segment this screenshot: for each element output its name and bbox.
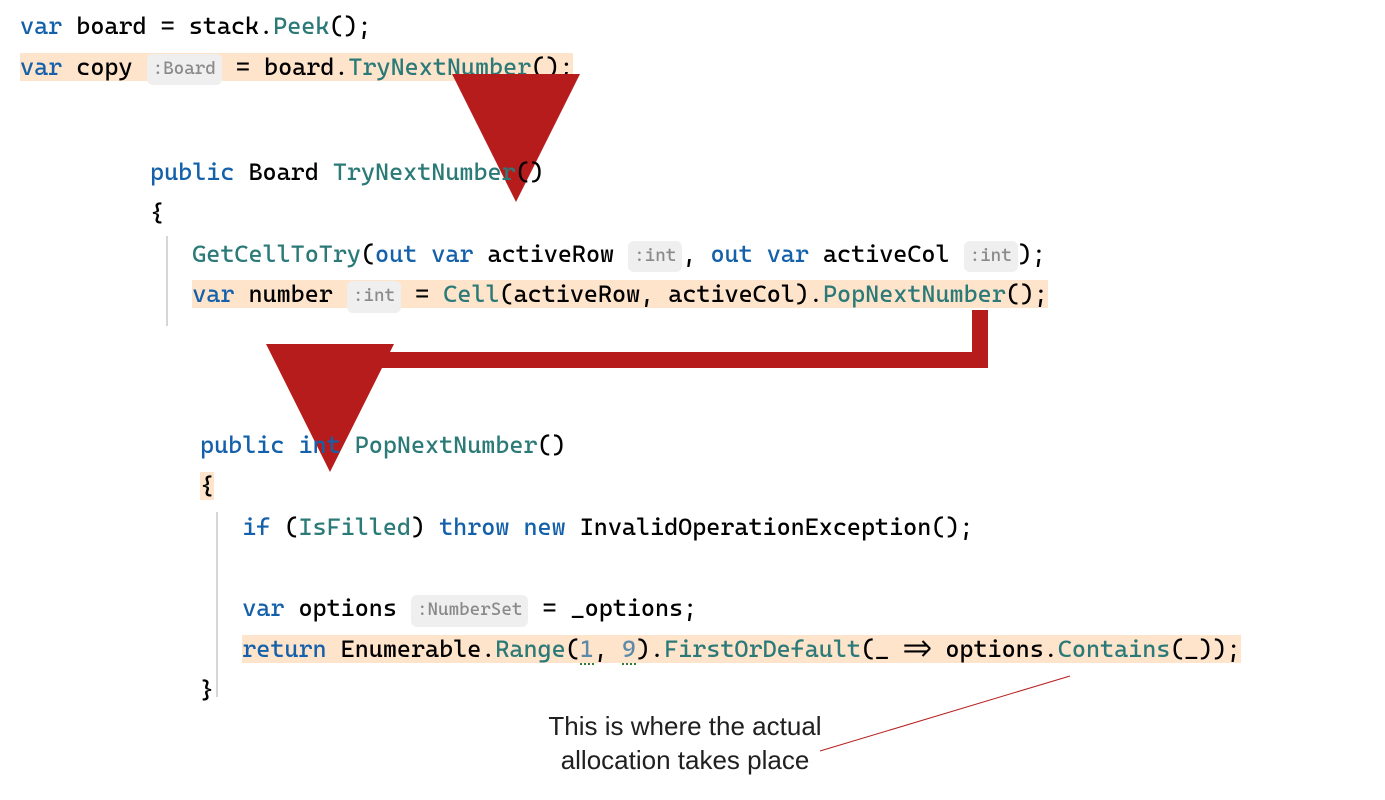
ident-underscore-options: _options; [571, 594, 698, 622]
gutter-line [166, 236, 168, 326]
token-eq: = [236, 53, 250, 81]
code-snippet-1: var board = stack.Peek(); var copy :Boar… [20, 6, 573, 88]
token-open: ( [284, 513, 298, 541]
method-firstordefault: FirstOrDefault [664, 635, 861, 663]
annotation-text: This is where the actual allocation take… [520, 710, 850, 778]
code-snippet-2: public Board TryNextNumber() { GetCellTo… [150, 152, 1048, 315]
code-snippet-3: public int PopNextNumber() { if (IsFille… [200, 425, 1241, 711]
arrow-2-elbow-icon [300, 310, 1000, 430]
keyword-var: var [767, 240, 809, 268]
ident-enumerable: Enumerable [341, 635, 482, 663]
ident-stack: stack [189, 12, 259, 40]
literal-1: 1 [580, 635, 594, 665]
token-dot: . [650, 635, 664, 663]
keyword-new: new [523, 513, 565, 541]
type-board: Board [248, 158, 318, 186]
literal-9: 9 [622, 635, 636, 665]
type-hint-int: :int [964, 241, 1018, 273]
type-invalidoperationexception: InvalidOperationException(); [580, 513, 974, 541]
ident-copy: copy [76, 53, 132, 81]
keyword-var: var [20, 53, 62, 81]
keyword-out: out [710, 240, 752, 268]
prop-isfilled: IsFilled [298, 513, 411, 541]
token-open: ( [861, 635, 875, 663]
arrow-1-down-icon [492, 82, 540, 158]
token-open: ( [500, 280, 514, 308]
token-parens: (); [1006, 280, 1048, 308]
lambda-param-ref: _ [1184, 635, 1198, 663]
type-int: int [298, 431, 340, 459]
method-popnextnumber-call: PopNextNumber [823, 280, 1006, 308]
keyword-out: out [375, 240, 417, 268]
lambda-arrow: => [903, 635, 931, 663]
keyword-return: return [242, 635, 326, 663]
keyword-var: var [20, 12, 62, 40]
token-dot: . [334, 53, 348, 81]
token-parens: (); [329, 12, 371, 40]
brace-open: { [200, 472, 214, 500]
token-parens: (); [531, 53, 573, 81]
token-parens: () [516, 158, 544, 186]
method-popnextnumber-decl: PopNextNumber [355, 431, 538, 459]
type-hint-numberset: :NumberSet [411, 595, 528, 627]
ident-number: number [248, 280, 332, 308]
method-trynextnumber-decl: TryNextNumber [333, 158, 516, 186]
token-comma: , [594, 635, 608, 663]
token-open: ( [566, 635, 580, 663]
keyword-var: var [431, 240, 473, 268]
token-dot: . [1044, 635, 1058, 663]
ident-activerow-ref: activeRow [514, 280, 641, 308]
token-eq: = [415, 280, 429, 308]
token-dot: . [809, 280, 823, 308]
type-hint-int: :int [628, 241, 682, 273]
token-dot: . [259, 12, 273, 40]
token-close: ) [411, 513, 425, 541]
token-comma: , [640, 280, 654, 308]
brace-open: { [150, 199, 164, 227]
token-close: )); [1198, 635, 1240, 663]
token-parens: () [538, 431, 566, 459]
method-contains: Contains [1058, 635, 1171, 663]
ident-board: board [76, 12, 146, 40]
keyword-var: var [192, 280, 234, 308]
brace-close: } [200, 676, 214, 704]
token-comma: , [682, 240, 696, 268]
token-dot: . [481, 635, 495, 663]
lambda-param: _ [875, 635, 889, 663]
keyword-public: public [200, 431, 284, 459]
method-cell: Cell [443, 280, 499, 308]
token-eq: = [161, 12, 175, 40]
ident-activerow: activeRow [488, 240, 615, 268]
type-hint-board: :Board [147, 54, 222, 86]
token-open: ( [361, 240, 375, 268]
keyword-throw: throw [439, 513, 509, 541]
ident-activecol-ref: activeCol [668, 280, 795, 308]
method-trynextnumber-call: TryNextNumber [348, 53, 531, 81]
annotation-connector-icon [820, 676, 1080, 751]
token-close: ) [795, 280, 809, 308]
type-hint-int: :int [347, 281, 401, 313]
method-range: Range [495, 635, 565, 663]
token-open: ( [1170, 635, 1184, 663]
token-close: ) [636, 635, 650, 663]
ident-board-ref: board [264, 53, 334, 81]
method-peek: Peek [273, 12, 329, 40]
keyword-if: if [242, 513, 270, 541]
keyword-public: public [150, 158, 234, 186]
ident-activecol: activeCol [823, 240, 950, 268]
token-close: ); [1018, 240, 1046, 268]
keyword-var: var [242, 594, 284, 622]
method-getcelltotry: GetCellToTry [192, 240, 361, 268]
ident-options: options [298, 594, 396, 622]
gutter-line [216, 512, 218, 697]
token-eq: = [542, 594, 556, 622]
ident-options-ref: options [945, 635, 1043, 663]
